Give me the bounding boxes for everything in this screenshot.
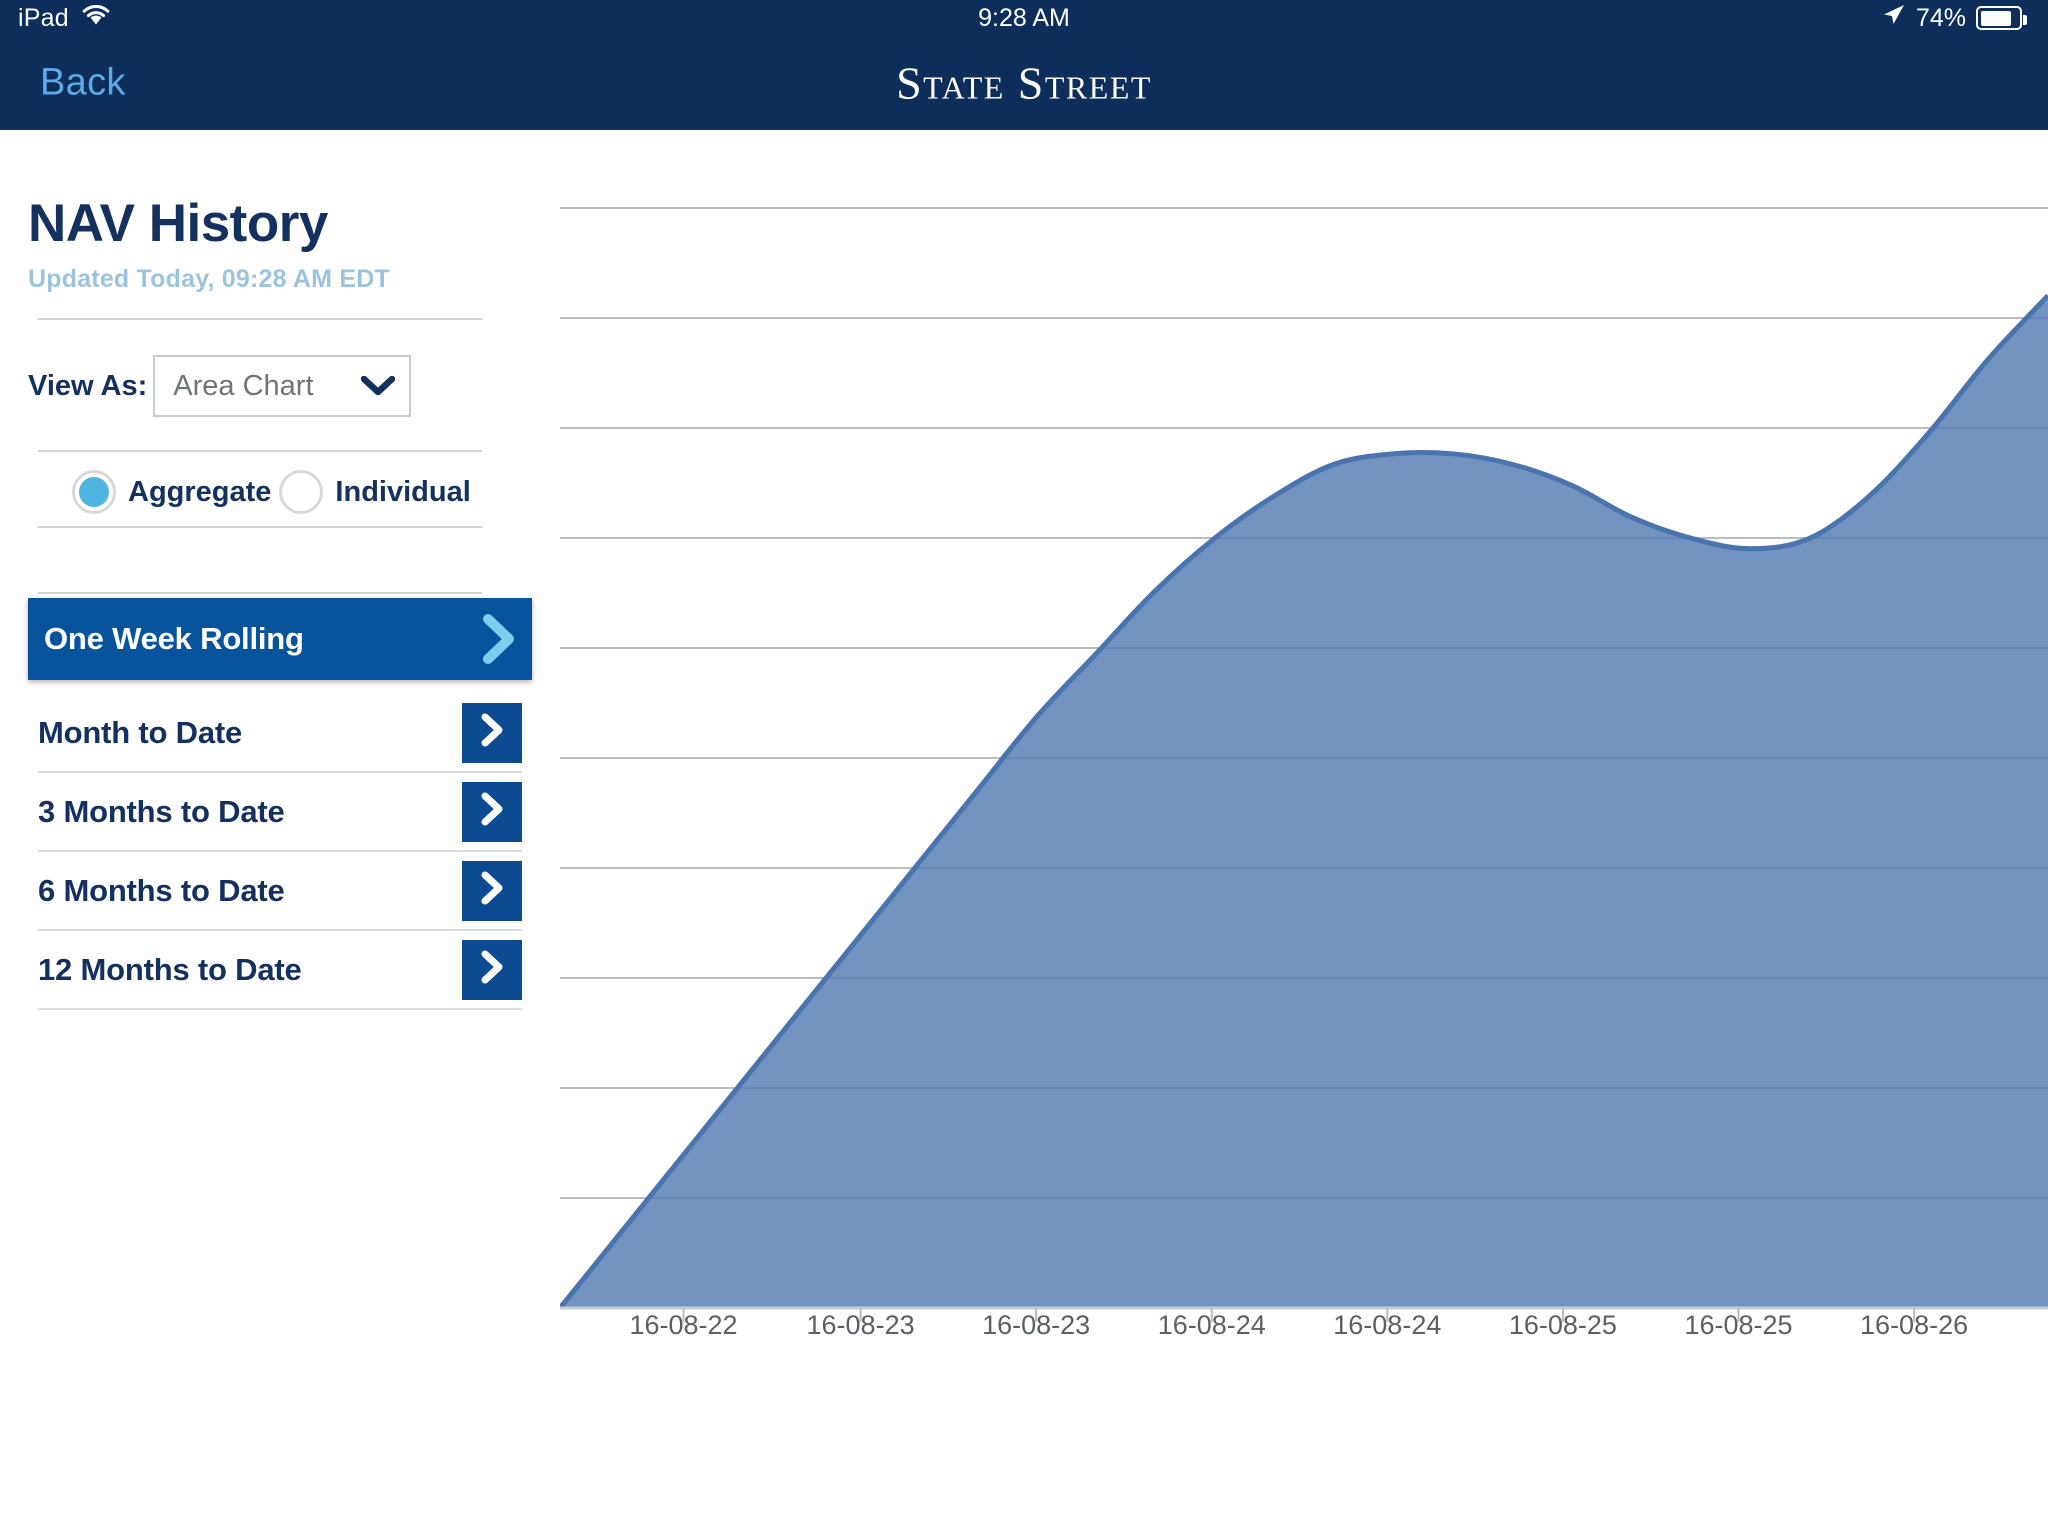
status-bar: iPad 9:28 AM 74%: [0, 0, 2048, 36]
location-arrow-icon: [1880, 2, 1906, 35]
divider-1: [38, 318, 482, 320]
status-bar-time: 9:28 AM: [0, 4, 2048, 33]
chevron-right-icon: [477, 870, 507, 911]
radio-aggregate[interactable]: [72, 470, 116, 514]
chart-x-tick-label: 16-08-24: [1158, 1310, 1266, 1341]
view-as-value: Area Chart: [173, 370, 313, 403]
range-go-button[interactable]: [462, 782, 522, 842]
sidebar: NAV History Updated Today, 09:28 AM EDT …: [0, 130, 560, 1536]
radio-aggregate-label: Aggregate: [128, 476, 271, 509]
chart-x-axis-labels: 16-08-22 16-08-23 16-08-23 16-08-24 16-08-24…: [560, 1310, 2048, 1370]
range-go-button[interactable]: [462, 861, 522, 921]
divider-4: [38, 592, 482, 594]
range-go-button[interactable]: [462, 703, 522, 763]
chevron-down-icon: [361, 376, 395, 396]
nav-history-chart: 16-08-22 16-08-23 16-08-23 16-08-24 16-08-24…: [560, 130, 2048, 1536]
brand-logo: State Street: [0, 57, 2048, 110]
chevron-right-icon: [477, 949, 507, 990]
chart-x-tick-label: 16-08-26: [1860, 1310, 1968, 1341]
range-item-month-to-date[interactable]: Month to Date: [38, 694, 522, 771]
range-separator: [38, 1008, 522, 1010]
range-label: 12 Months to Date: [38, 952, 462, 988]
chart-canvas: [560, 130, 2048, 1380]
chart-x-tick-label: 16-08-24: [1333, 1310, 1441, 1341]
chart-x-tick-label: 16-08-23: [982, 1310, 1090, 1341]
chevron-right-icon: [477, 791, 507, 832]
chevron-right-icon: [476, 612, 522, 666]
range-item-3-months-to-date[interactable]: 3 Months to Date: [38, 773, 522, 850]
radio-individual-label: Individual: [335, 476, 470, 509]
divider-3: [38, 526, 482, 528]
range-label: One Week Rolling: [44, 621, 476, 657]
range-go-button[interactable]: [462, 940, 522, 1000]
chart-x-tick-label: 16-08-23: [807, 1310, 915, 1341]
range-item-12-months-to-date[interactable]: 12 Months to Date: [38, 931, 522, 1008]
aggregation-mode-group: Aggregate Individual: [72, 470, 479, 514]
page-title: NAV History: [28, 193, 328, 254]
chart-area-fill: [560, 296, 2048, 1308]
range-label: Month to Date: [38, 715, 462, 751]
chart-x-tick-label: 16-08-25: [1509, 1310, 1617, 1341]
chevron-right-icon: [477, 712, 507, 753]
range-item-one-week-rolling[interactable]: One Week Rolling: [28, 598, 532, 680]
radio-individual[interactable]: [279, 470, 323, 514]
status-bar-right: 74%: [1880, 2, 2022, 35]
chart-x-tick-label: 16-08-22: [629, 1310, 737, 1341]
battery-icon: [1976, 6, 2022, 30]
view-as-label: View As:: [28, 370, 147, 403]
range-label: 6 Months to Date: [38, 873, 462, 909]
range-list: One Week Rolling Month to Date 3 Months …: [0, 598, 560, 1010]
divider-2: [38, 450, 482, 452]
view-as-row: View As: Area Chart: [28, 355, 411, 417]
range-item-6-months-to-date[interactable]: 6 Months to Date: [38, 852, 522, 929]
range-label: 3 Months to Date: [38, 794, 462, 830]
view-as-select[interactable]: Area Chart: [153, 355, 411, 417]
app-navigation-bar: Back State Street: [0, 36, 2048, 130]
battery-percent: 74%: [1916, 4, 1966, 33]
chart-x-tick-label: 16-08-25: [1684, 1310, 1792, 1341]
last-updated-text: Updated Today, 09:28 AM EDT: [28, 265, 390, 294]
